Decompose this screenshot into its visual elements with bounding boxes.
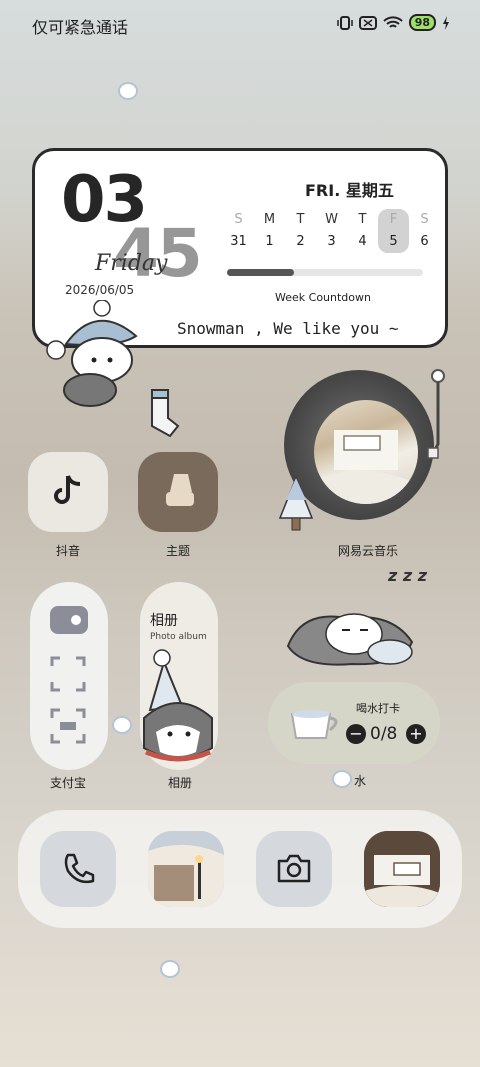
water-tracker-widget[interactable]: 喝水打卡 − 0/8 + xyxy=(268,682,440,764)
snowball-decoration xyxy=(118,82,138,100)
status-carrier: 仅可紧急通话 xyxy=(32,18,129,37)
app-label-alipay: 支付宝 xyxy=(49,776,86,790)
snow-tree-sticker xyxy=(278,475,314,531)
week-day: T2 xyxy=(296,212,305,249)
photo-scene-image xyxy=(364,831,440,907)
tonearm-icon xyxy=(427,369,445,459)
week-day: S 31 xyxy=(230,212,247,249)
water-decrement-button[interactable]: − xyxy=(346,724,366,744)
app-label-water: 水 xyxy=(354,774,367,788)
app-theme[interactable] xyxy=(138,452,218,532)
husky-hat-sticker xyxy=(46,300,138,407)
app-label-album: 相册 xyxy=(167,776,192,790)
week-day: M1 xyxy=(263,212,276,249)
dock-gallery[interactable] xyxy=(148,831,224,907)
water-title: 喝水打卡 xyxy=(356,702,400,715)
phone-icon xyxy=(64,853,95,884)
snowball-decoration xyxy=(160,960,180,978)
date-label: 2026/06/05 xyxy=(65,283,135,297)
water-cup-icon xyxy=(290,710,338,739)
week-day: T4 xyxy=(358,212,367,249)
wallet-icon xyxy=(50,606,88,634)
charging-icon xyxy=(443,15,449,30)
water-increment-button[interactable]: + xyxy=(406,724,426,744)
week-progress-bar xyxy=(227,269,423,276)
wifi-icon xyxy=(382,15,403,28)
week-progress-fill xyxy=(227,269,294,276)
dock-camera[interactable] xyxy=(256,831,332,907)
tagline: Snowman , We like you ~ xyxy=(177,319,399,338)
app-label-douyin: 抖音 xyxy=(55,544,80,558)
sock-sticker xyxy=(151,389,180,438)
sleeping-husky-sticker xyxy=(286,613,414,666)
album-title: 相册 xyxy=(150,613,178,629)
water-count: 0/8 xyxy=(370,724,398,744)
scan-icon xyxy=(50,656,86,692)
album-art-scene xyxy=(314,430,418,504)
week-row: S 31 M1 T2 W3 T4 F5 S6 xyxy=(223,209,440,253)
week-day: W3 xyxy=(325,212,338,249)
app-label-netease: 网易云音乐 xyxy=(337,544,398,558)
album-subtitle: Photo album xyxy=(150,632,207,642)
snowball-decoration xyxy=(332,770,352,788)
alipay-widget[interactable] xyxy=(30,582,108,770)
husky-party-hat-sticker xyxy=(143,649,213,762)
app-label-theme: 主题 xyxy=(165,544,190,558)
no-sim-icon xyxy=(358,15,377,30)
sleep-z-label: z z z xyxy=(388,566,428,585)
battery-badge: 98 xyxy=(408,14,436,31)
camera-icon xyxy=(277,854,311,883)
app-douyin[interactable] xyxy=(28,452,108,532)
day-label: FRI. 星期五 xyxy=(305,181,394,200)
snowball-decoration xyxy=(112,716,132,734)
douyin-icon xyxy=(54,475,81,504)
vibrate-icon xyxy=(336,15,353,30)
week-countdown-label: Week Countdown xyxy=(275,291,371,304)
dock-app-photo[interactable] xyxy=(364,831,440,907)
dock xyxy=(18,810,462,928)
dock-phone[interactable] xyxy=(40,831,116,907)
status-icons: 98 xyxy=(336,14,450,31)
album-art-image xyxy=(314,400,418,504)
week-day: S6 xyxy=(420,212,429,249)
weekday-script: Friday xyxy=(95,251,168,276)
theme-brush-icon xyxy=(166,474,194,506)
pay-code-icon xyxy=(50,708,86,744)
week-day-selected: F5 xyxy=(378,209,409,253)
photo-scene-image xyxy=(148,831,224,907)
